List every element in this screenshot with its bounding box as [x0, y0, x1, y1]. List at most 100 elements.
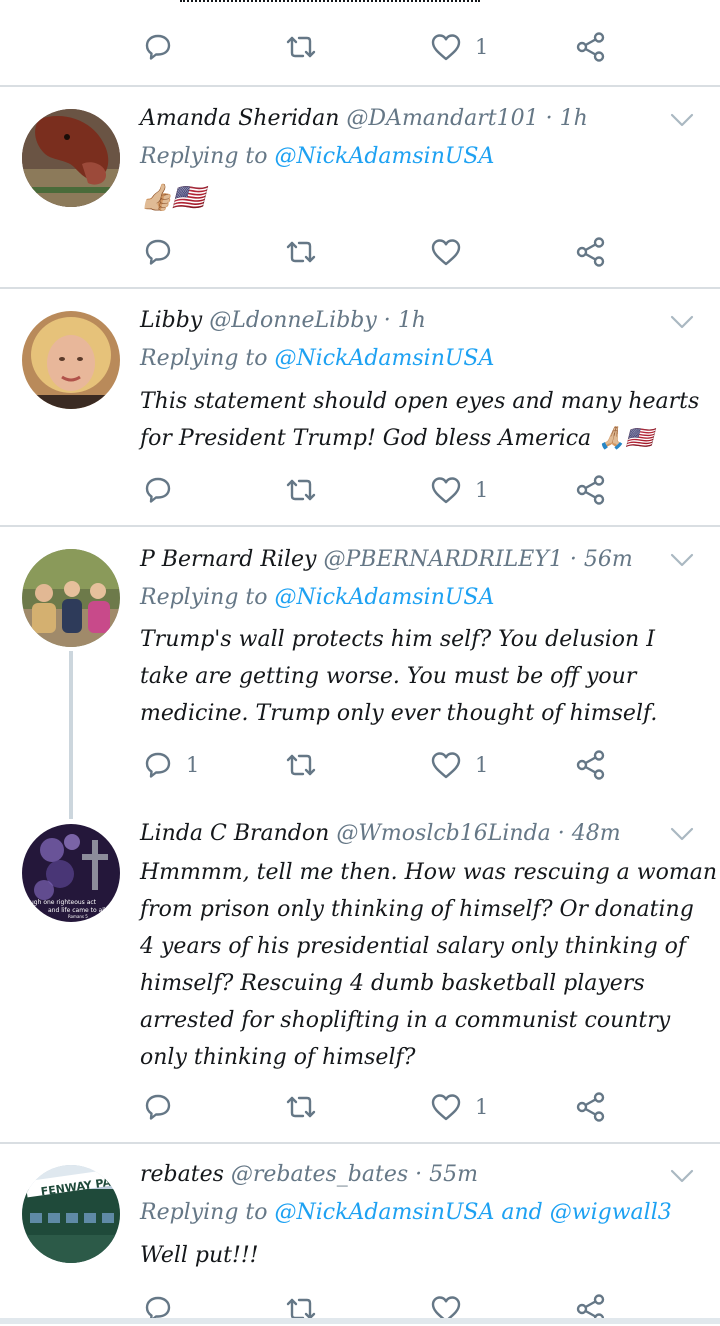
tweet-text-line: from prison only thinking of himself? Or… [140, 897, 694, 922]
avatar[interactable] [22, 109, 120, 207]
tweet-text: This statement should open eyes and many… [140, 383, 710, 457]
replying-to-label: Replying to [140, 144, 268, 169]
retweet-button[interactable] [284, 235, 318, 269]
reply-button[interactable] [144, 30, 172, 64]
divider [0, 287, 720, 289]
avatar-caption-line: and life came to all [48, 907, 106, 914]
share-button[interactable] [576, 1090, 606, 1124]
display-name[interactable]: P Bernard Riley [140, 547, 316, 572]
retweet-button[interactable] [284, 1090, 318, 1124]
truncated-text-fragment [180, 0, 500, 6]
tweet-text-line: Hmmmm, tell me then. How was rescuing a … [140, 860, 718, 885]
mention-link[interactable]: @NickAdamsinUSA [275, 346, 495, 371]
reply-icon [144, 238, 172, 266]
user-handle[interactable]: @LdonneLibby [209, 308, 377, 333]
like-button[interactable]: 1 [431, 473, 488, 507]
tweet-text-line: himself? Rescuing 4 dumb basketball play… [140, 971, 645, 996]
avatar[interactable]: rough one righteous act and life came to… [22, 824, 120, 922]
avatar[interactable]: FENWAY PA [22, 1165, 120, 1263]
display-name[interactable]: rebates [140, 1162, 224, 1187]
tweet-text-line: arrested for shoplifting in a communist … [140, 1008, 671, 1033]
like-button[interactable] [431, 235, 461, 269]
tweet-text: Trump's wall protects him self? You delu… [140, 621, 710, 732]
avatar-caption-line: rough one righteous act [24, 899, 97, 906]
divider [0, 525, 720, 527]
separator-dot: · [383, 308, 391, 333]
thread-connector [69, 651, 73, 819]
display-name[interactable]: Linda C Brandon [140, 821, 329, 846]
user-handle[interactable]: @rebates_bates [231, 1162, 408, 1187]
timestamp[interactable]: 1h [398, 308, 426, 333]
chevron-down-icon[interactable] [670, 552, 694, 568]
reply-button[interactable]: 1 [144, 748, 199, 782]
display-name[interactable]: Libby [140, 308, 202, 333]
like-count: 1 [475, 1095, 489, 1119]
replying-to: Replying to @NickAdamsinUSA and @wigwall… [140, 1200, 672, 1225]
tweet-text-line: This statement should open eyes and many… [140, 389, 700, 414]
reply-button[interactable] [144, 1090, 172, 1124]
retweet-button[interactable] [284, 30, 318, 64]
mention-link[interactable]: @NickAdamsinUSA [275, 1200, 495, 1225]
share-icon [576, 237, 606, 267]
display-name[interactable]: Amanda Sheridan [140, 106, 339, 131]
avatar-caption-line: Romans 5 [68, 914, 88, 919]
chevron-down-icon[interactable] [670, 314, 694, 330]
user-handle[interactable]: @PBERNARDRILEY1 [323, 547, 562, 572]
tweet-header: Libby @LdonneLibby · 1h [140, 308, 426, 333]
replying-to-label: Replying to [140, 346, 268, 371]
share-icon [576, 750, 606, 780]
reply-button[interactable] [144, 235, 172, 269]
mention-link[interactable]: @NickAdamsinUSA [275, 585, 495, 610]
user-handle[interactable]: @Wmoslcb16Linda [336, 821, 550, 846]
chevron-down-icon[interactable] [670, 826, 694, 842]
avatar[interactable] [22, 311, 120, 409]
like-button[interactable]: 1 [431, 748, 488, 782]
mention-joiner: and [501, 1200, 543, 1225]
tweet-header: rebates @rebates_bates · 55m [140, 1162, 478, 1187]
timestamp[interactable]: 56m [584, 547, 633, 572]
chevron-down-icon[interactable] [670, 112, 694, 128]
replying-to-label: Replying to [140, 1200, 268, 1225]
timestamp[interactable]: 55m [429, 1162, 478, 1187]
avatar[interactable] [22, 549, 120, 647]
reply-icon [144, 476, 172, 504]
share-button[interactable] [576, 30, 606, 64]
divider [0, 1318, 720, 1324]
like-button[interactable]: 1 [431, 1090, 488, 1124]
reply-icon [144, 751, 172, 779]
like-button[interactable]: 1 [431, 30, 488, 64]
tweet-text-line: for President Trump! God bless America 🙏… [140, 426, 653, 451]
timestamp[interactable]: 48m [572, 821, 621, 846]
tweet-text-line: Trump's wall protects him self? You delu… [140, 627, 655, 652]
chevron-down-icon[interactable] [670, 1168, 694, 1184]
share-icon [576, 1092, 606, 1122]
share-icon [576, 475, 606, 505]
mention-link[interactable]: @wigwall3 [550, 1200, 672, 1225]
reply-icon [144, 1093, 172, 1121]
user-handle[interactable]: @DAmandart101 [346, 106, 538, 131]
separator-dot: · [415, 1162, 423, 1187]
reply-button[interactable] [144, 473, 172, 507]
tweet-header: Amanda Sheridan @DAmandart101 · 1h [140, 106, 588, 131]
like-count: 1 [475, 753, 489, 777]
like-icon [431, 238, 461, 266]
mention-link[interactable]: @NickAdamsinUSA [275, 144, 495, 169]
share-button[interactable] [576, 473, 606, 507]
retweet-icon [284, 1093, 318, 1121]
separator-dot: · [569, 547, 577, 572]
share-icon [576, 32, 606, 62]
retweet-icon [284, 751, 318, 779]
retweet-button[interactable] [284, 473, 318, 507]
tweet-text-line: take are getting worse. You must be off … [140, 664, 637, 689]
like-count: 1 [475, 478, 489, 502]
tweet-text-line: 👍🏼🇺🇸 [140, 183, 205, 213]
timestamp[interactable]: 1h [560, 106, 588, 131]
like-icon [431, 33, 461, 61]
divider [0, 1142, 720, 1144]
share-button[interactable] [576, 748, 606, 782]
share-button[interactable] [576, 235, 606, 269]
tweet-text: Hmmmm, tell me then. How was rescuing a … [140, 854, 718, 1076]
retweet-button[interactable] [284, 748, 318, 782]
tweet-text: Well put!!! [140, 1237, 710, 1274]
like-icon [431, 1093, 461, 1121]
